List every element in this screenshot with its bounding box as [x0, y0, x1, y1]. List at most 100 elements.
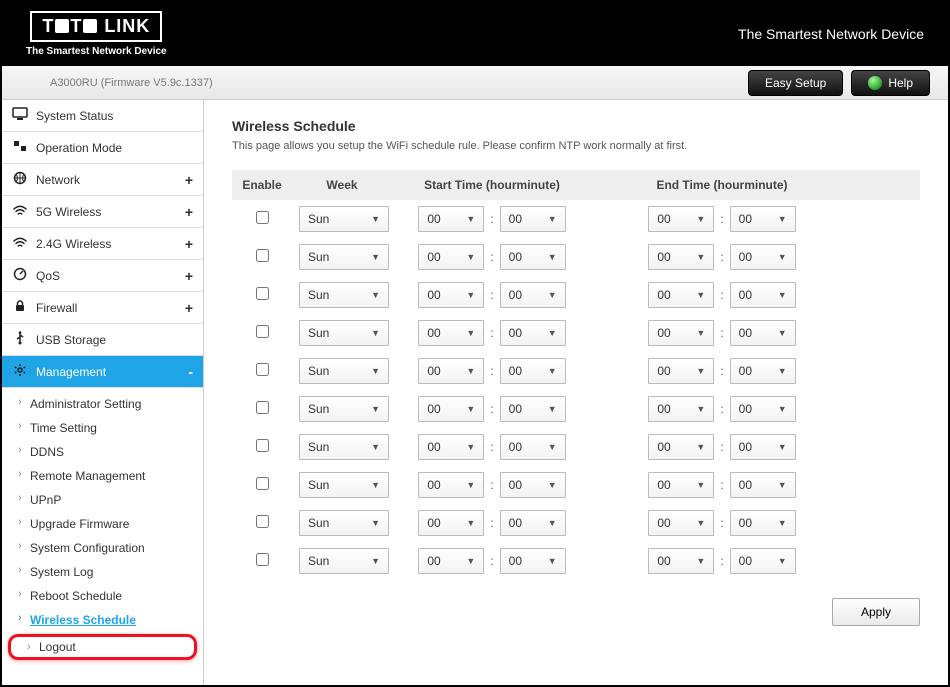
week-select[interactable]: Sun▼ — [299, 320, 389, 346]
start-minute-select[interactable]: 00▼ — [500, 244, 566, 270]
start-minute-select[interactable]: 00▼ — [500, 396, 566, 422]
start-hour-select[interactable]: 00▼ — [418, 358, 484, 384]
sidebar-item-qos[interactable]: QoS+ — [2, 260, 203, 292]
usb-icon — [12, 331, 28, 348]
schedule-row: Sun▼00▼:00▼00▼:00▼ — [232, 276, 920, 314]
lock-icon — [12, 299, 28, 316]
schedule-row: Sun▼00▼:00▼00▼:00▼ — [232, 466, 920, 504]
week-select[interactable]: Sun▼ — [299, 548, 389, 574]
end-minute-select[interactable]: 00▼ — [730, 282, 796, 308]
enable-checkbox[interactable] — [256, 363, 269, 376]
sub-item-system-log[interactable]: System Log — [2, 560, 203, 584]
enable-checkbox[interactable] — [256, 477, 269, 490]
sub-item-upnp[interactable]: UPnP — [2, 488, 203, 512]
sub-item-logout[interactable]: Logout — [8, 634, 197, 660]
firmware-text: A3000RU (Firmware V5.9c.1337) — [50, 77, 213, 89]
end-minute-select[interactable]: 00▼ — [730, 548, 796, 574]
sub-item-remote-management[interactable]: Remote Management — [2, 464, 203, 488]
sidebar-item-system-status[interactable]: System Status — [2, 100, 203, 132]
sub-item-reboot-schedule[interactable]: Reboot Schedule — [2, 584, 203, 608]
caret-down-icon: ▼ — [371, 252, 380, 262]
header-bar: TT LINK The Smartest Network Device The … — [2, 2, 948, 66]
end-hour-select[interactable]: 00▼ — [648, 434, 714, 460]
caret-down-icon: ▼ — [466, 480, 475, 490]
start-minute-select[interactable]: 00▼ — [500, 358, 566, 384]
sidebar-item-management[interactable]: Management- — [2, 356, 203, 388]
week-select[interactable]: Sun▼ — [299, 510, 389, 536]
easy-setup-button[interactable]: Easy Setup — [748, 70, 843, 96]
start-hour-select[interactable]: 00▼ — [418, 434, 484, 460]
end-hour-select[interactable]: 00▼ — [648, 244, 714, 270]
enable-checkbox[interactable] — [256, 439, 269, 452]
start-hour-select[interactable]: 00▼ — [418, 472, 484, 498]
end-hour-select[interactable]: 00▼ — [648, 320, 714, 346]
apply-button[interactable]: Apply — [832, 598, 920, 626]
sidebar-item-2-4g-wireless[interactable]: 2.4G Wireless + — [2, 228, 203, 260]
caret-down-icon: ▼ — [778, 556, 787, 566]
start-minute-select[interactable]: 00▼ — [500, 472, 566, 498]
sub-item-administrator-setting[interactable]: Administrator Setting — [2, 392, 203, 416]
end-minute-select[interactable]: 00▼ — [730, 472, 796, 498]
start-minute-select[interactable]: 00▼ — [500, 548, 566, 574]
end-minute-select[interactable]: 00▼ — [730, 358, 796, 384]
enable-checkbox[interactable] — [256, 553, 269, 566]
sidebar-item-operation-mode[interactable]: Operation Mode — [2, 132, 203, 164]
enable-checkbox[interactable] — [256, 325, 269, 338]
start-minute-select[interactable]: 00▼ — [500, 282, 566, 308]
sub-item-system-configuration[interactable]: System Configuration — [2, 536, 203, 560]
end-hour-select[interactable]: 00▼ — [648, 396, 714, 422]
enable-checkbox[interactable] — [256, 211, 269, 224]
week-select[interactable]: Sun▼ — [299, 434, 389, 460]
enable-checkbox[interactable] — [256, 401, 269, 414]
end-minute-select[interactable]: 00▼ — [730, 244, 796, 270]
help-button[interactable]: Help — [851, 70, 930, 96]
sub-item-time-setting[interactable]: Time Setting — [2, 416, 203, 440]
end-minute-select[interactable]: 00▼ — [730, 510, 796, 536]
end-minute-select[interactable]: 00▼ — [730, 396, 796, 422]
end-hour-select[interactable]: 00▼ — [648, 358, 714, 384]
caret-down-icon: ▼ — [548, 442, 557, 452]
caret-down-icon: ▼ — [548, 366, 557, 376]
enable-checkbox[interactable] — [256, 249, 269, 262]
start-hour-select[interactable]: 00▼ — [418, 244, 484, 270]
chevron-icon: + — [185, 236, 193, 252]
sidebar-item-5g-wireless[interactable]: 5G Wireless+ — [2, 196, 203, 228]
start-minute-select[interactable]: 00▼ — [500, 206, 566, 232]
schedule-row: Sun▼00▼:00▼00▼:00▼ — [232, 428, 920, 466]
week-select[interactable]: Sun▼ — [299, 396, 389, 422]
end-hour-select[interactable]: 00▼ — [648, 282, 714, 308]
enable-checkbox[interactable] — [256, 515, 269, 528]
sidebar-item-usb-storage[interactable]: USB Storage — [2, 324, 203, 356]
enable-checkbox[interactable] — [256, 287, 269, 300]
sub-item-wireless-schedule[interactable]: Wireless Schedule — [2, 608, 203, 632]
end-hour-select[interactable]: 00▼ — [648, 472, 714, 498]
start-hour-select[interactable]: 00▼ — [418, 548, 484, 574]
end-minute-select[interactable]: 00▼ — [730, 320, 796, 346]
start-hour-select[interactable]: 00▼ — [418, 396, 484, 422]
end-hour-select[interactable]: 00▼ — [648, 206, 714, 232]
start-hour-select[interactable]: 00▼ — [418, 282, 484, 308]
end-minute-select[interactable]: 00▼ — [730, 206, 796, 232]
sub-item-upgrade-firmware[interactable]: Upgrade Firmware — [2, 512, 203, 536]
sidebar-item-network[interactable]: Network+ — [2, 164, 203, 196]
end-hour-select[interactable]: 00▼ — [648, 548, 714, 574]
start-minute-select[interactable]: 00▼ — [500, 434, 566, 460]
sidebar-item-firewall[interactable]: Firewall+ — [2, 292, 203, 324]
start-minute-select[interactable]: 00▼ — [500, 320, 566, 346]
wifi-icon — [12, 203, 28, 220]
end-minute-select[interactable]: 00▼ — [730, 434, 796, 460]
week-select[interactable]: Sun▼ — [299, 244, 389, 270]
week-select[interactable]: Sun▼ — [299, 472, 389, 498]
sub-item-ddns[interactable]: DDNS — [2, 440, 203, 464]
start-hour-select[interactable]: 00▼ — [418, 320, 484, 346]
start-hour-select[interactable]: 00▼ — [418, 510, 484, 536]
menu-label: USB Storage — [36, 333, 106, 347]
week-select[interactable]: Sun▼ — [299, 282, 389, 308]
header-start: Start Time (hourminute) — [392, 178, 592, 192]
start-minute-select[interactable]: 00▼ — [500, 510, 566, 536]
menu-label: 2.4G Wireless — [36, 237, 111, 251]
end-hour-select[interactable]: 00▼ — [648, 510, 714, 536]
start-hour-select[interactable]: 00▼ — [418, 206, 484, 232]
week-select[interactable]: Sun▼ — [299, 358, 389, 384]
week-select[interactable]: Sun▼ — [299, 206, 389, 232]
